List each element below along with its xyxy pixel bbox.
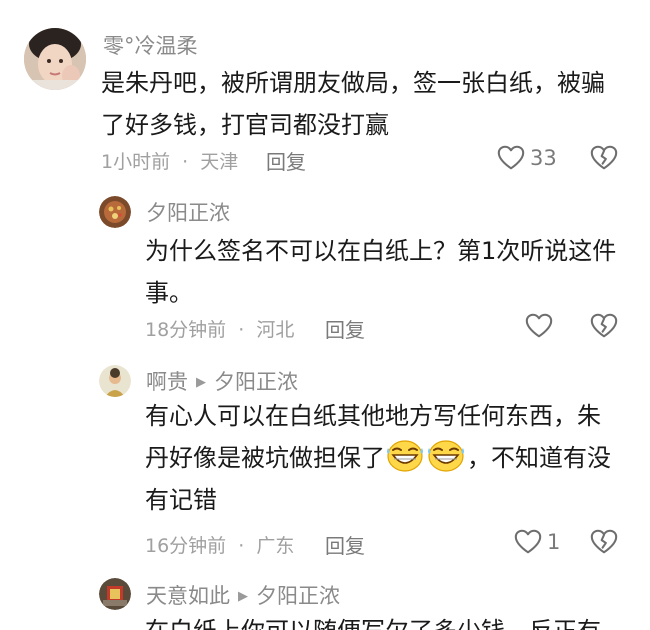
avatar[interactable] [99, 365, 131, 397]
comment-username-text[interactable]: 天意如此 [146, 584, 230, 608]
broken-heart-icon [589, 311, 619, 341]
like-button[interactable]: 33 [496, 143, 557, 173]
like-button[interactable]: 1 [513, 527, 560, 557]
comment-meta: 1小时前 · 天津 [101, 147, 238, 174]
broken-heart-icon [589, 143, 619, 173]
comment-text-segment: ，不知道有没 [467, 444, 611, 472]
reply-target-username[interactable]: 夕阳正浓 [256, 584, 340, 608]
comment-username-text[interactable]: 啊贵 [146, 370, 188, 394]
reply-item: 夕阳正浓 为什么签名不可以在白纸上？第1次听说这件 事。 18分钟前 · 河北 … [0, 185, 650, 355]
reply-item: 天意如此 ▶ 夕阳正浓 在白纸上你可以随便写欠了多少钱，反正有 [0, 570, 650, 630]
comment-text-segment: 丹好像是被坑做担保了 [145, 444, 385, 472]
comment-text-line: 了好多钱，打官司都没打赢 [101, 111, 389, 139]
comment-location: 广东 [256, 535, 295, 557]
comment-time: 16分钟前 [145, 535, 227, 557]
reply-button[interactable]: 回复 [325, 530, 365, 559]
dislike-button[interactable] [589, 527, 619, 561]
comment-text: 有心人可以在白纸其他地方写任何东西，朱 丹好像是被坑做担保了 ，不知道有没 有记错 [145, 395, 635, 521]
comment-time: 1小时前 [101, 151, 171, 173]
comment-meta: 18分钟前 · 河北 [145, 315, 294, 342]
like-count: 33 [530, 146, 557, 170]
comment-text-line: 为什么签名不可以在白纸上？第1次听说这件 [145, 237, 617, 265]
comment-item: 零°冷温柔 是朱丹吧，被所谓朋友做局，签一张白纸，被骗 了好多钱，打官司都没打赢… [0, 0, 650, 180]
like-button[interactable] [524, 311, 558, 341]
comment-text: 为什么签名不可以在白纸上？第1次听说这件 事。 [145, 230, 635, 314]
comment-text-line: 在白纸上你可以随便写欠了多少钱，反正有 [145, 610, 635, 630]
comment-location: 天津 [200, 151, 239, 173]
comment-text-line: 事。 [145, 279, 193, 307]
grinning-sweat-emoji-icon [426, 438, 466, 472]
grinning-sweat-emoji-icon [385, 438, 425, 472]
comment-text-line: 丹好像是被坑做担保了 ，不知道有没 [145, 437, 635, 479]
avatar[interactable] [24, 28, 86, 90]
comment-time: 18分钟前 [145, 319, 227, 341]
avatar[interactable] [99, 578, 131, 610]
comment-text-line: 是朱丹吧，被所谓朋友做局，签一张白纸，被骗 [101, 69, 605, 97]
heart-outline-icon [524, 311, 554, 341]
dislike-button[interactable] [589, 143, 619, 177]
dislike-button[interactable] [589, 311, 619, 345]
comment-text: 是朱丹吧，被所谓朋友做局，签一张白纸，被骗 了好多钱，打官司都没打赢 [101, 62, 641, 146]
reply-button[interactable]: 回复 [266, 146, 306, 175]
triangle-right-icon: ▶ [238, 589, 248, 604]
comment-username[interactable]: 零°冷温柔 [103, 30, 198, 60]
comment-username: 啊贵 ▶ 夕阳正浓 [146, 366, 298, 396]
meta-separator: · [182, 151, 189, 173]
reply-item: 啊贵 ▶ 夕阳正浓 有心人可以在白纸其他地方写任何东西，朱 丹好像是被坑做担保了 ，不… [0, 355, 650, 570]
triangle-right-icon: ▶ [196, 375, 206, 390]
meta-separator: · [238, 535, 245, 557]
reply-button[interactable]: 回复 [325, 314, 365, 343]
reply-target-username[interactable]: 夕阳正浓 [214, 370, 298, 394]
comment-text-line: 有记错 [145, 486, 217, 514]
heart-outline-icon [513, 527, 543, 557]
comment-thread: 零°冷温柔 是朱丹吧，被所谓朋友做局，签一张白纸，被骗 了好多钱，打官司都没打赢… [0, 0, 650, 630]
comment-username: 天意如此 ▶ 夕阳正浓 [146, 580, 340, 610]
comment-text: 在白纸上你可以随便写欠了多少钱，反正有 [145, 610, 635, 630]
heart-outline-icon [496, 143, 526, 173]
comment-location: 河北 [256, 319, 295, 341]
broken-heart-icon [589, 527, 619, 557]
like-count: 1 [547, 530, 561, 554]
meta-separator: · [238, 319, 245, 341]
avatar[interactable] [99, 196, 131, 228]
comment-username[interactable]: 夕阳正浓 [146, 197, 230, 227]
comment-text-line: 有心人可以在白纸其他地方写任何东西，朱 [145, 402, 601, 430]
comment-meta: 16分钟前 · 广东 [145, 531, 294, 558]
